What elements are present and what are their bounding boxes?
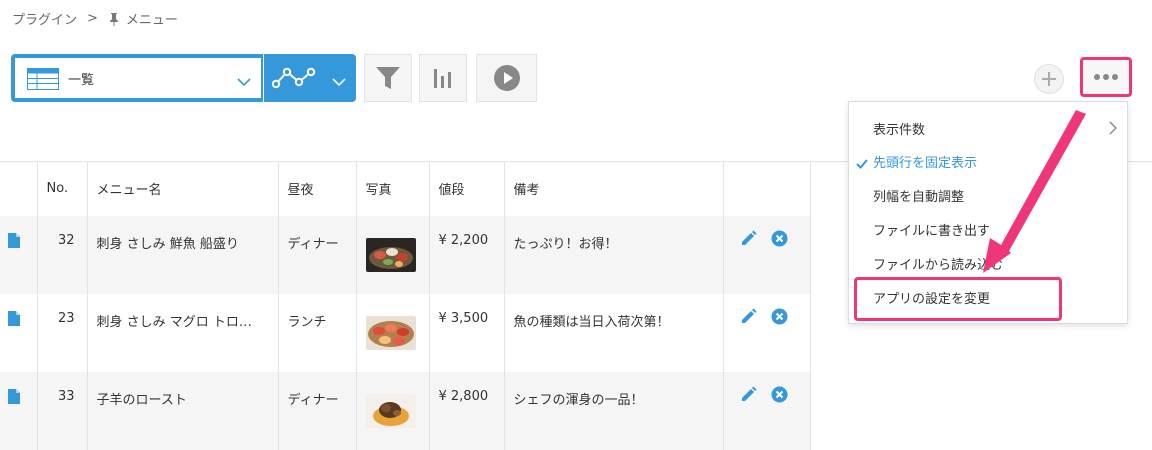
edit-icon[interactable] [740,386,757,407]
cell-price: ¥ 2,800 [429,371,505,450]
filter-button[interactable] [364,54,412,102]
graph-icon [271,67,316,93]
header-no[interactable]: No. [37,161,88,216]
check-icon [856,154,868,173]
cell-no: 32 [37,215,88,294]
table-row: 23 刺身 さしみ マグロ トロ… ランチ ¥ 3,500 魚の種類は当日入荷次… [0,293,811,372]
breadcrumb-current: メニュー [125,13,178,28]
breadcrumb-separator: > [87,11,98,26]
add-record-button[interactable] [1034,64,1064,94]
menu-item-display-count[interactable]: 表示件数 [873,119,925,138]
view-label: 一覧 [68,73,95,88]
chevron-down-icon [237,72,251,91]
process-management-button[interactable] [476,54,537,102]
chevron-right-icon [1109,120,1118,139]
table-icon [27,68,59,94]
header-actions [723,161,811,216]
highlight-box [854,277,1062,321]
menu-item-import-file[interactable]: ファイルから読み込む [873,254,1003,273]
row-actions [723,293,811,372]
row-actions [723,215,811,294]
more-options-button[interactable] [1080,57,1132,97]
cell-note: 魚の種類は当日入荷次第！ [504,293,724,372]
cell-price: ¥ 2,200 [429,215,505,294]
graph-button[interactable] [264,54,356,102]
document-icon[interactable] [8,310,20,330]
cell-time: ディナー [278,215,357,294]
table-header-row: No. メニュー名 昼夜 写真 値段 備考 [0,161,811,216]
view-selector[interactable]: 一覧 [11,54,263,102]
row-actions [723,371,811,450]
edit-icon[interactable] [740,230,757,251]
header-note[interactable]: 備考 [504,161,724,216]
menu-item-auto-column-width[interactable]: 列幅を自動調整 [873,186,964,205]
detail-cell[interactable] [0,215,38,294]
delete-icon[interactable] [771,308,788,329]
cell-menu-name: 刺身 さしみ 鮮魚 船盛り [87,215,279,294]
table-row: 33 子羊のロースト ディナー ¥ 2,800 シェフの渾身の一品！ [0,371,811,450]
cell-time: ランチ [278,293,357,372]
cell-photo [356,371,430,450]
delete-icon[interactable] [771,386,788,407]
pin-icon [108,12,120,26]
tuna-sashimi-photo[interactable] [365,315,416,350]
cell-no: 23 [37,293,88,372]
detail-cell[interactable] [0,371,38,450]
chevron-down-icon [332,72,346,91]
edit-icon[interactable] [740,308,757,329]
detail-cell[interactable] [0,293,38,372]
menu-item-export-file[interactable]: ファイルに書き出す [873,220,990,239]
header-price[interactable]: 値段 [429,161,505,216]
breadcrumb: プラグイン > メニュー [12,9,178,28]
header-menu-name[interactable]: メニュー名 [87,161,279,216]
document-icon[interactable] [8,232,20,252]
cell-no: 33 [37,371,88,450]
cell-note: シェフの渾身の一品！ [504,371,724,450]
record-table: No. メニュー名 昼夜 写真 値段 備考 32 刺身 さしみ 鮮魚 船盛り デ… [0,161,811,450]
cell-menu-name: 子羊のロースト [87,371,279,450]
document-icon[interactable] [8,388,20,408]
roast-lamb-photo[interactable] [365,393,416,428]
cell-photo [356,215,430,294]
header-detail [0,161,38,216]
view-toolbar: 一覧 [11,54,537,102]
cell-price: ¥ 3,500 [429,293,505,372]
sashimi-platter-photo[interactable] [365,237,416,272]
breadcrumb-parent[interactable]: プラグイン [12,9,77,28]
graph-view-button[interactable] [419,54,467,102]
delete-icon[interactable] [771,230,788,251]
table-row: 32 刺身 さしみ 鮮魚 船盛り ディナー ¥ 2,200 たっぷり！お得！ [0,215,811,294]
cell-menu-name: 刺身 さしみ マグロ トロ… [87,293,279,372]
menu-item-freeze-header[interactable]: 先頭行を固定表示 [873,152,977,171]
cell-note: たっぷり！お得！ [504,215,724,294]
cell-photo [356,293,430,372]
cell-time: ディナー [278,371,357,450]
header-time[interactable]: 昼夜 [278,161,357,216]
header-photo[interactable]: 写真 [356,161,430,216]
